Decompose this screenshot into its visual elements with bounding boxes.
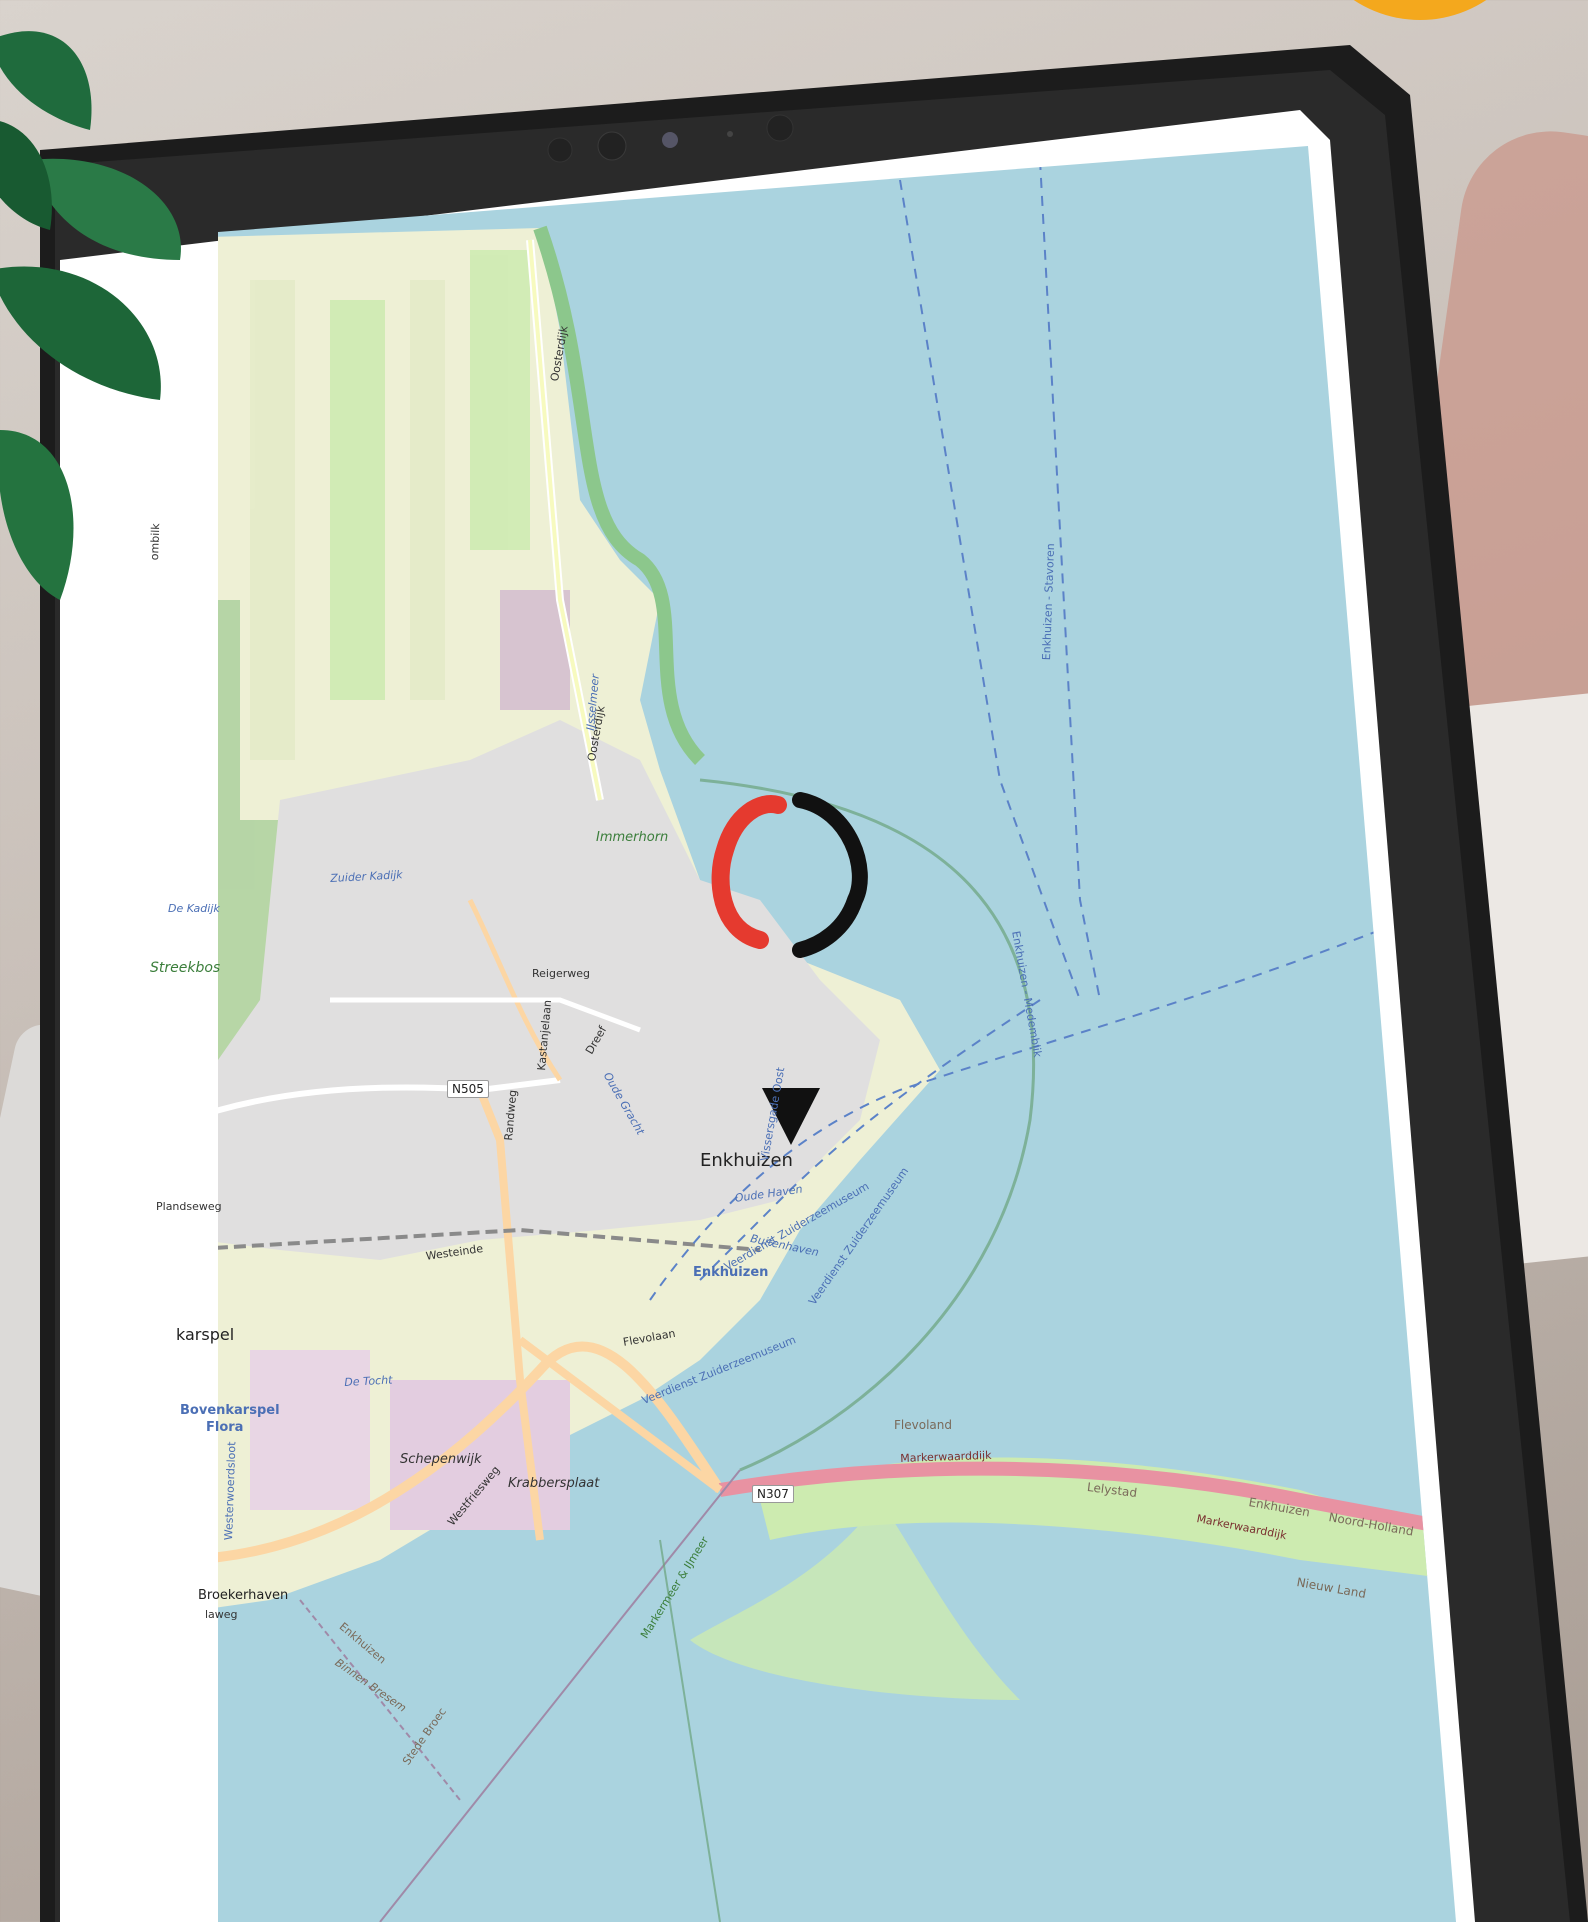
place-label-flevoland: Flevoland <box>894 1418 952 1432</box>
road-shield-n307: N307 <box>752 1485 794 1503</box>
water-label-de-kadijk: De Kadijk <box>168 902 220 915</box>
place-label-streekbos: Streekbos <box>150 960 221 976</box>
place-label-broekerhaven: Broekerhaven <box>198 1588 289 1603</box>
photo-scene: Enkhuizen Enkhuizen Bovenkarspel Flora B… <box>0 0 1588 1922</box>
road-label-plandseweg: Plandseweg <box>156 1200 222 1213</box>
place-label-flora: Flora <box>206 1420 244 1435</box>
plant-decoration <box>0 31 181 600</box>
place-label-karspel: karspel <box>176 1325 235 1344</box>
place-label-schepenwijk: Schepenwijk <box>400 1452 482 1467</box>
road-shield-n505: N505 <box>447 1080 489 1098</box>
map-view[interactable] <box>0 0 1588 1922</box>
place-label-immerhorn: Immerhorn <box>596 830 669 845</box>
place-label-bovenkarspel: Bovenkarspel <box>180 1403 280 1418</box>
water-label-de-tocht: De Tocht <box>344 1373 393 1389</box>
place-label-enkhuizen: Enkhuizen <box>700 1150 793 1171</box>
road-label-reigerweg: Reigerweg <box>532 967 590 980</box>
place-label-krabbersplaat: Krabbersplaat <box>508 1476 600 1491</box>
road-label-laweg: laweg <box>205 1608 238 1621</box>
